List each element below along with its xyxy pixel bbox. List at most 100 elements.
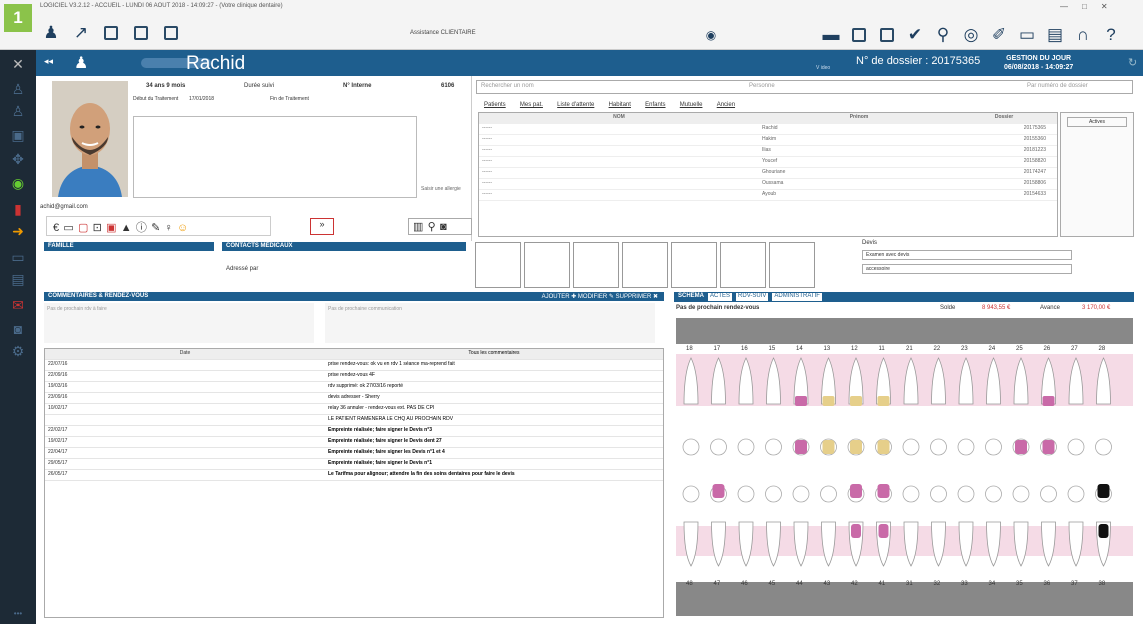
more-icon[interactable]: ••• bbox=[8, 605, 28, 623]
check-icon[interactable]: ✔ bbox=[904, 24, 926, 46]
tab-administratif[interactable]: ADMINISTRATIF bbox=[772, 293, 822, 301]
settings-icon[interactable]: ⚙ bbox=[8, 342, 28, 360]
comment-row[interactable]: 19/02/17 Empreinte réalisée; faire signer… bbox=[45, 437, 663, 448]
card-icon[interactable]: ▭ bbox=[8, 248, 28, 266]
target-icon[interactable]: ◉ bbox=[700, 24, 722, 46]
report-icon[interactable] bbox=[848, 24, 870, 46]
actives-button[interactable]: Actives bbox=[1067, 117, 1127, 127]
maximize-button[interactable]: □ bbox=[1082, 2, 1087, 11]
tab-ancien[interactable]: Ancien bbox=[717, 102, 735, 108]
comment-row[interactable]: 10/02/17 relay 36 annuler - rendez-vous e… bbox=[45, 404, 663, 415]
devis-select-2[interactable]: accessoire bbox=[862, 264, 1072, 274]
doc-icon[interactable]: ▢ bbox=[78, 221, 88, 234]
tab-actes[interactable]: ACTES bbox=[708, 293, 733, 301]
allergy-link[interactable]: Saisir une allergie bbox=[421, 186, 461, 192]
devis-select[interactable]: Examen avec devis bbox=[862, 250, 1072, 260]
prev-rdv-box[interactable]: Pas de prochain rdv à faire bbox=[44, 303, 314, 343]
headset-icon[interactable]: ∩ bbox=[1072, 24, 1094, 46]
comment-row[interactable]: 22/09/16 prise rendez-vous 4F bbox=[45, 371, 663, 382]
tools-icon[interactable]: ✐ bbox=[988, 24, 1010, 46]
search-dossier-placeholder[interactable]: Par numéro de dossier bbox=[1027, 83, 1088, 89]
document-slot[interactable] bbox=[475, 242, 521, 288]
barcode-icon[interactable]: ▥ bbox=[413, 220, 423, 233]
print-icon[interactable]: ▤ bbox=[1044, 24, 1066, 46]
document-slot[interactable] bbox=[769, 242, 815, 288]
tab-mutuelle[interactable]: Mutuelle bbox=[680, 102, 703, 108]
calendar-icon[interactable] bbox=[160, 22, 182, 44]
document-slot[interactable] bbox=[573, 242, 619, 288]
card-icon[interactable]: ▭ bbox=[63, 221, 73, 234]
comment-actions[interactable]: AJOUTER ✚ MODIFIER ✎ SUPPRIMER ✖ bbox=[542, 293, 658, 300]
folder-icon[interactable]: ▭ bbox=[1016, 24, 1038, 46]
table-row[interactable]: ------ Ghouriane 20174247 bbox=[479, 168, 1057, 179]
pen-icon[interactable]: ✎ bbox=[151, 221, 160, 234]
close-icon[interactable]: ✕ bbox=[8, 55, 28, 73]
camera-icon[interactable]: ◙ bbox=[8, 320, 28, 338]
search-icon[interactable]: ⚲ bbox=[932, 24, 954, 46]
comment-row[interactable]: 29/05/17 Empreinte réalisée; faire signer… bbox=[45, 459, 663, 470]
calendar-sidebar-icon[interactable]: ▣ bbox=[8, 126, 28, 144]
group-icon[interactable]: ✥ bbox=[8, 150, 28, 168]
lock-icon[interactable]: ⊡ bbox=[93, 221, 102, 234]
search-person-placeholder[interactable]: Personne bbox=[749, 83, 775, 89]
bulb-icon[interactable]: ♀ bbox=[165, 222, 173, 234]
table-row[interactable]: ------ Ayoub 20154633 bbox=[479, 190, 1057, 201]
archive-icon[interactable] bbox=[876, 24, 898, 46]
comment-row[interactable]: 23/09/16 devis adresser - Sherry bbox=[45, 393, 663, 404]
document-slot[interactable] bbox=[671, 242, 717, 288]
tab-rdv-suiv[interactable]: RDV-SUIV bbox=[736, 293, 769, 301]
dental-chart[interactable] bbox=[676, 344, 1133, 582]
close-button[interactable]: ✕ bbox=[1101, 2, 1108, 11]
tab-habitant[interactable]: Habitant bbox=[609, 102, 631, 108]
user-icon[interactable]: ♙ bbox=[8, 80, 28, 98]
comment-row[interactable]: 22/04/17 Empreinte réalisée; faire signer… bbox=[45, 448, 663, 459]
warning-icon[interactable]: ▲ bbox=[121, 222, 132, 234]
comment-row[interactable]: 26/05/17 Le Tarifma pour alignour; attend… bbox=[45, 470, 663, 481]
arrow-icon[interactable]: ➜ bbox=[8, 222, 28, 240]
document-slot[interactable] bbox=[720, 242, 766, 288]
table-row[interactable]: ------ Ilias 20181223 bbox=[479, 146, 1057, 157]
form-icon[interactable] bbox=[130, 22, 152, 44]
next-rdv-box[interactable]: Pas de prochaine communication bbox=[325, 303, 655, 343]
comment-row[interactable]: 22/02/17 Empreinte réalisée; faire signer… bbox=[45, 426, 663, 437]
user-add-icon[interactable]: ♙ bbox=[8, 102, 28, 120]
refresh-icon[interactable]: ↻ bbox=[1128, 56, 1137, 69]
tab-schema[interactable]: SCHEMA bbox=[678, 293, 705, 301]
comment-row[interactable]: 19/03/16 rdv supprimé: ok 27/03/16 report… bbox=[45, 382, 663, 393]
wallet-icon[interactable]: ▬ bbox=[820, 24, 842, 46]
camera-small-icon[interactable]: ◙ bbox=[440, 221, 447, 233]
table-row[interactable]: ------ Rachid 20175365 bbox=[479, 124, 1057, 135]
table-row[interactable]: ------ Youcef 20158820 bbox=[479, 157, 1057, 168]
table-row[interactable]: ------ Hakim 20155360 bbox=[479, 135, 1057, 146]
minimize-button[interactable]: — bbox=[1060, 2, 1068, 11]
document-slot[interactable] bbox=[622, 242, 668, 288]
info-icon[interactable]: ⓘ bbox=[136, 219, 147, 235]
coin-icon[interactable]: ◎ bbox=[960, 24, 982, 46]
list-icon[interactable]: ▤ bbox=[8, 270, 28, 288]
notes-textarea[interactable] bbox=[133, 116, 417, 198]
back-icon[interactable]: ◂◂ bbox=[44, 56, 53, 67]
document-slot[interactable] bbox=[524, 242, 570, 288]
alert-icon[interactable]: ▮ bbox=[8, 200, 28, 218]
tab-enfants[interactable]: Enfants bbox=[645, 102, 665, 108]
tab-mes-pat[interactable]: Mes pat. bbox=[520, 102, 543, 108]
search-name-placeholder[interactable]: Rechercher un nom bbox=[481, 83, 534, 89]
help-icon[interactable]: ? bbox=[1100, 24, 1122, 46]
document-icon[interactable] bbox=[100, 22, 122, 44]
patients-icon[interactable]: ♟ bbox=[40, 22, 62, 44]
comment-row[interactable]: 22/07/16 prise rendez-vous: ok vu en rdv … bbox=[45, 360, 663, 371]
table-row[interactable]: ------ Oussama 20158806 bbox=[479, 179, 1057, 190]
calendar-red-icon[interactable]: ▣ bbox=[106, 221, 116, 234]
patient-email[interactable]: achid@gmail.com bbox=[40, 204, 88, 210]
tab-liste-attente[interactable]: Liste d'attente bbox=[557, 102, 594, 108]
smile-icon[interactable]: ☺ bbox=[177, 222, 188, 234]
comment-row[interactable]: LE PATIENT RAMENERA LE CHQ AU PROCHAIN R… bbox=[45, 415, 663, 426]
money-icon[interactable]: ◉ bbox=[8, 174, 28, 192]
zoom-icon[interactable]: ⚲ bbox=[428, 220, 436, 233]
euro-icon[interactable]: € bbox=[53, 222, 59, 234]
message-icon[interactable]: ✉ bbox=[8, 296, 28, 314]
tab-patients[interactable]: Patients bbox=[484, 102, 506, 108]
expand-button[interactable]: » bbox=[310, 218, 334, 235]
gestion-du-jour[interactable]: GESTION DU JOUR 06/08/2018 - 14:09:27 bbox=[1004, 54, 1073, 72]
chart-icon[interactable]: ↗ bbox=[70, 22, 92, 44]
